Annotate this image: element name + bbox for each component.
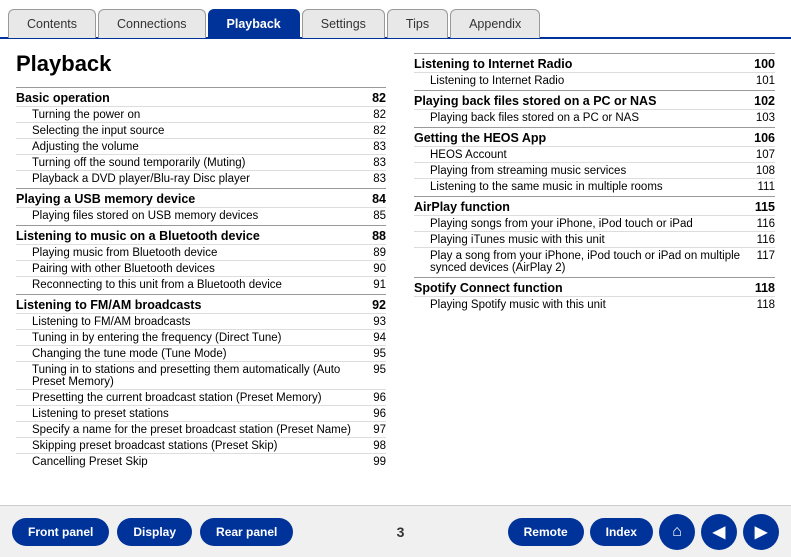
list-item[interactable]: Selecting the input source82 [16,122,386,138]
list-item[interactable]: Listening to FM/AM broadcasts93 [16,313,386,329]
list-item[interactable]: Playing music from Bluetooth device89 [16,244,386,260]
section-basic-operation: Basic operation 82 [16,87,386,106]
section-bluetooth: Listening to music on a Bluetooth device… [16,225,386,244]
section-internet-radio: Listening to Internet Radio 100 [414,53,775,72]
list-item[interactable]: Reconnecting to this unit from a Bluetoo… [16,276,386,292]
list-item[interactable]: Specify a name for the preset broadcast … [16,421,386,437]
tab-settings[interactable]: Settings [302,9,385,38]
forward-button[interactable]: ▶ [743,514,779,550]
left-column: Playback Basic operation 82 Turning the … [16,51,406,497]
tab-contents[interactable]: Contents [8,9,96,38]
list-item[interactable]: Playing Spotify music with this unit118 [414,296,775,312]
list-item[interactable]: Tuning in to stations and presetting the… [16,361,386,389]
page-number: 3 [397,524,405,540]
section-pc-nas: Playing back files stored on a PC or NAS… [414,90,775,109]
footer: Front panel Display Rear panel 3 Remote … [0,505,791,557]
list-item[interactable]: Cancelling Preset Skip99 [16,453,386,469]
tab-playback[interactable]: Playback [208,9,300,38]
footer-left-buttons: Front panel Display Rear panel [12,518,293,546]
list-item[interactable]: Playback a DVD player/Blu-ray Disc playe… [16,170,386,186]
nav-tabs: Contents Connections Playback Settings T… [0,0,791,39]
index-button[interactable]: Index [590,518,653,546]
tab-appendix[interactable]: Appendix [450,9,540,38]
list-item[interactable]: Pairing with other Bluetooth devices90 [16,260,386,276]
list-item[interactable]: Presetting the current broadcast station… [16,389,386,405]
tab-tips[interactable]: Tips [387,9,448,38]
list-item[interactable]: Playing iTunes music with this unit116 [414,231,775,247]
list-item[interactable]: Skipping preset broadcast stations (Pres… [16,437,386,453]
right-column: Listening to Internet Radio 100 Listenin… [406,51,775,497]
page-title: Playback [16,51,386,77]
list-item[interactable]: Play a song from your iPhone, iPod touch… [414,247,775,275]
list-item[interactable]: Playing back files stored on a PC or NAS… [414,109,775,125]
section-heos: Getting the HEOS App 106 [414,127,775,146]
list-item[interactable]: Adjusting the volume83 [16,138,386,154]
list-item[interactable]: Changing the tune mode (Tune Mode)95 [16,345,386,361]
home-button[interactable]: ⌂ [659,514,695,550]
section-spotify: Spotify Connect function 118 [414,277,775,296]
list-item[interactable]: Listening to Internet Radio101 [414,72,775,88]
back-button[interactable]: ◀ [701,514,737,550]
main-content: Playback Basic operation 82 Turning the … [0,39,791,505]
list-item[interactable]: Playing songs from your iPhone, iPod tou… [414,215,775,231]
footer-right-area: Remote Index ⌂ ◀ ▶ [508,514,779,550]
list-item[interactable]: Listening to the same music in multiple … [414,178,775,194]
list-item[interactable]: Playing files stored on USB memory devic… [16,207,386,223]
list-item[interactable]: Turning the power on82 [16,106,386,122]
section-fmam: Listening to FM/AM broadcasts 92 [16,294,386,313]
front-panel-button[interactable]: Front panel [12,518,109,546]
list-item[interactable]: Playing from streaming music services108 [414,162,775,178]
display-button[interactable]: Display [117,518,192,546]
list-item[interactable]: Turning off the sound temporarily (Mutin… [16,154,386,170]
list-item[interactable]: Tuning in by entering the frequency (Dir… [16,329,386,345]
section-airplay: AirPlay function 115 [414,196,775,215]
remote-button[interactable]: Remote [508,518,584,546]
list-item[interactable]: Listening to preset stations96 [16,405,386,421]
section-usb: Playing a USB memory device 84 [16,188,386,207]
list-item[interactable]: HEOS Account107 [414,146,775,162]
tab-connections[interactable]: Connections [98,9,206,38]
rear-panel-button[interactable]: Rear panel [200,518,293,546]
